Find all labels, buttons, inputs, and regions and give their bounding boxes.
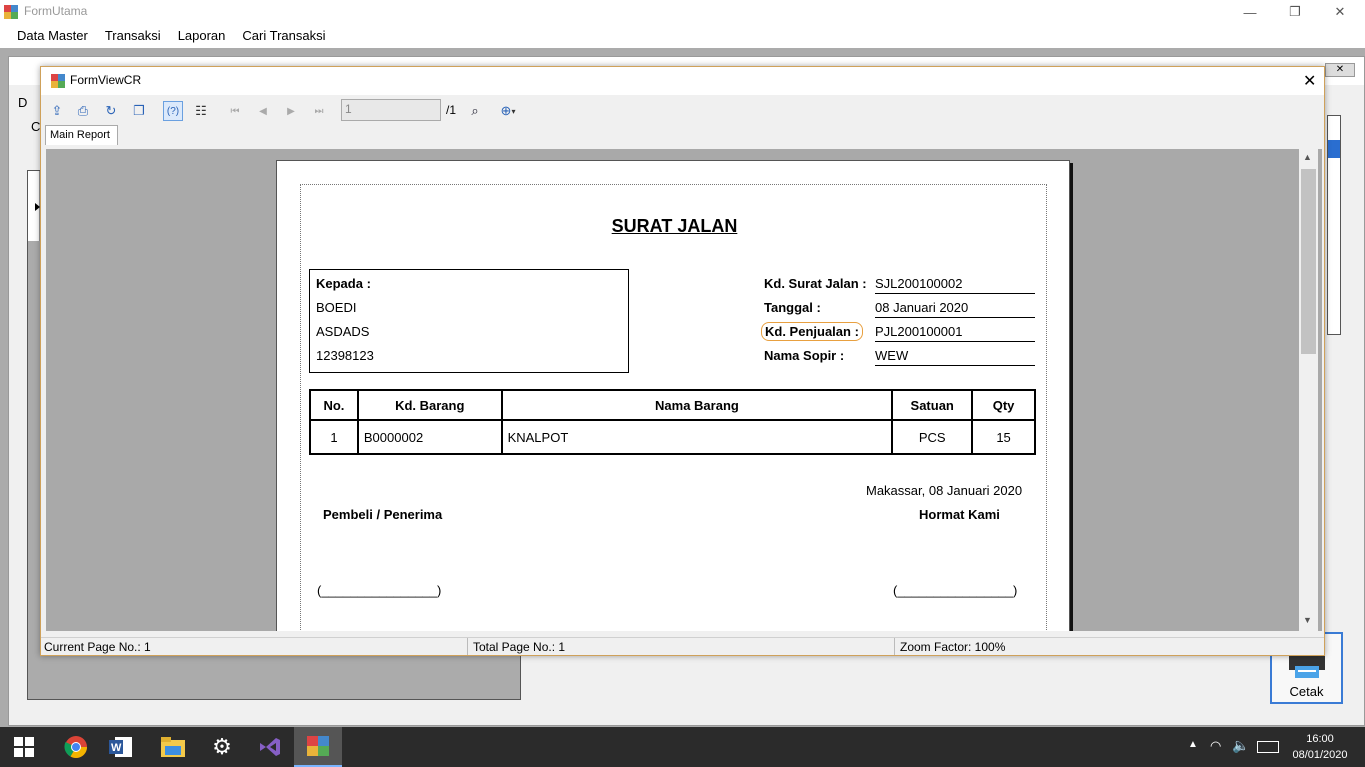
kd-surat-jalan-label: Kd. Surat Jalan : (764, 276, 867, 291)
items-table: No. Kd. Barang Nama Barang Satuan Qty 1 … (309, 389, 1036, 455)
export-icon[interactable]: ⇪ (47, 101, 67, 121)
buyer-label: Pembeli / Penerima (323, 507, 443, 522)
status-total-page: Total Page No.: 1 (473, 640, 566, 654)
page-total: /1 (446, 103, 457, 117)
settings-gear-icon[interactable]: ⚙ (198, 727, 246, 767)
seller-signature-line: (________________) (893, 583, 1018, 598)
menu-laporan[interactable]: Laporan (168, 24, 236, 48)
table-row: 1 B0000002 KNALPOT PCS 15 (309, 419, 1036, 455)
customer-address: ASDADS (316, 324, 370, 339)
customer-phone: 12398123 (316, 348, 374, 363)
clock[interactable]: 16:00 08/01/2020 (1288, 731, 1352, 763)
next-page-icon[interactable]: ▶ (281, 101, 301, 121)
col-kd-barang: Kd. Barang (356, 389, 503, 421)
visual-studio-icon[interactable] (246, 727, 294, 767)
printer-icon (1288, 656, 1325, 678)
file-explorer-icon[interactable] (149, 727, 197, 767)
form-icon (51, 74, 65, 88)
clock-time: 16:00 (1306, 733, 1334, 745)
app-title: FormUtama (24, 4, 88, 18)
place-date: Makassar, 08 Januari 2020 (866, 483, 1023, 498)
report-viewer-titlebar: FormViewCR ✕ (41, 67, 1324, 95)
col-no: No. (309, 389, 359, 421)
last-page-icon[interactable]: ⏭ (309, 101, 329, 121)
status-current-page: Current Page No.: 1 (44, 640, 151, 654)
app-icon (4, 5, 18, 19)
background-label-d: D (18, 95, 28, 110)
cell-kd-barang: B0000002 (356, 419, 503, 455)
status-bar: Current Page No.: 1 Total Page No.: 1 Zo… (41, 637, 1324, 655)
zoom-icon[interactable]: ⊕ ▾ (493, 101, 523, 121)
report-title: SURAT JALAN (611, 216, 738, 236)
background-scrollbar[interactable] (1327, 115, 1341, 335)
cell-satuan: PCS (891, 419, 974, 455)
group-tree-icon[interactable]: ☷ (191, 101, 211, 121)
cetak-label: Cetak (1289, 684, 1324, 699)
kepada-label: Kepada : (316, 276, 371, 291)
scroll-down-icon[interactable]: ▼ (1303, 615, 1312, 625)
table-header-row: No. Kd. Barang Nama Barang Satuan Qty (309, 389, 1036, 421)
background-form-close-icon[interactable]: ✕ (1325, 63, 1355, 77)
kd-penjualan-label: Kd. Penjualan : (761, 322, 863, 341)
tab-main-report[interactable]: Main Report (45, 125, 118, 145)
word-icon[interactable]: W (97, 727, 145, 767)
tanggal-label: Tanggal : (764, 300, 821, 315)
windows-start-icon[interactable] (0, 727, 48, 767)
background-label-c: C (31, 119, 41, 134)
customer-name: BOEDI (316, 300, 357, 315)
page-number-input[interactable]: 1 (341, 99, 441, 121)
report-page: SURAT JALAN Kepada : BOEDI ASDADS 123981… (276, 160, 1070, 631)
previous-page-icon[interactable]: ◀ (253, 101, 273, 121)
col-nama-barang: Nama Barang (500, 389, 894, 421)
maximize-button[interactable]: ❐ (1272, 0, 1318, 24)
refresh-icon[interactable]: ↻ (101, 101, 121, 121)
print-icon[interactable]: ⎙ (73, 101, 93, 121)
status-zoom: Zoom Factor: 100% (900, 640, 1006, 654)
cell-qty: 15 (971, 419, 1036, 455)
taskbar: W ⚙ ▲ ◠ 🔈 16:00 08/01/2020 (0, 727, 1365, 767)
menu-bar: Data Master Transaksi Laporan Cari Trans… (0, 24, 1365, 48)
nama-sopir-value: WEW (875, 348, 1035, 366)
report-vertical-scrollbar[interactable]: ▲ ▼ (1299, 149, 1318, 631)
first-page-icon[interactable]: ⏮ (225, 101, 245, 121)
minimize-button[interactable]: — (1227, 0, 1273, 24)
report-viewer-close-button[interactable]: ✕ (1303, 71, 1316, 91)
seller-label: Hormat Kami (919, 507, 1000, 522)
cell-no: 1 (309, 419, 359, 455)
close-button[interactable]: ✕ (1317, 0, 1363, 24)
app-title-bar: FormUtama — ❐ ✕ (0, 0, 1365, 24)
clock-date: 08/01/2020 (1292, 749, 1348, 761)
recipient-box: Kepada : BOEDI ASDADS 12398123 (309, 269, 629, 373)
scroll-thumb[interactable] (1301, 169, 1316, 354)
cell-nama-barang: KNALPOT (500, 419, 894, 455)
tray-chevron-icon[interactable]: ▲ (1188, 739, 1198, 750)
keyboard-icon[interactable] (1257, 741, 1279, 753)
svg-text:W: W (111, 742, 122, 754)
report-viewer-title: FormViewCR (70, 73, 142, 87)
kd-surat-jalan-value: SJL200100002 (875, 276, 1035, 294)
find-icon[interactable]: ⌕ (465, 101, 485, 121)
scroll-up-icon[interactable]: ▲ (1303, 152, 1312, 162)
report-viewer-window: FormViewCR ✕ ⇪ ⎙ ↻ ❐ (?) ☷ ⏮ ◀ ▶ ⏭ 1 /1 … (40, 66, 1325, 656)
help-icon[interactable]: (?) (163, 101, 183, 121)
col-qty: Qty (971, 389, 1036, 421)
network-icon[interactable]: ◠ (1210, 738, 1221, 754)
report-border: SURAT JALAN Kepada : BOEDI ASDADS 123981… (300, 184, 1047, 631)
menu-data-master[interactable]: Data Master (7, 24, 98, 48)
buyer-signature-line: (________________) (317, 583, 442, 598)
menu-cari-transaksi[interactable]: Cari Transaksi (232, 24, 335, 48)
copy-icon[interactable]: ❐ (129, 101, 149, 121)
col-satuan: Satuan (891, 389, 974, 421)
nama-sopir-label: Nama Sopir : (764, 348, 845, 363)
kd-penjualan-value: PJL200100001 (875, 324, 1035, 342)
report-canvas: SURAT JALAN Kepada : BOEDI ASDADS 123981… (46, 149, 1322, 631)
volume-icon[interactable]: 🔈 (1232, 737, 1249, 754)
tanggal-value: 08 Januari 2020 (875, 300, 1035, 318)
formutama-taskbar-icon[interactable] (294, 727, 342, 767)
chrome-icon[interactable] (52, 727, 100, 767)
menu-transaksi[interactable]: Transaksi (95, 24, 171, 48)
